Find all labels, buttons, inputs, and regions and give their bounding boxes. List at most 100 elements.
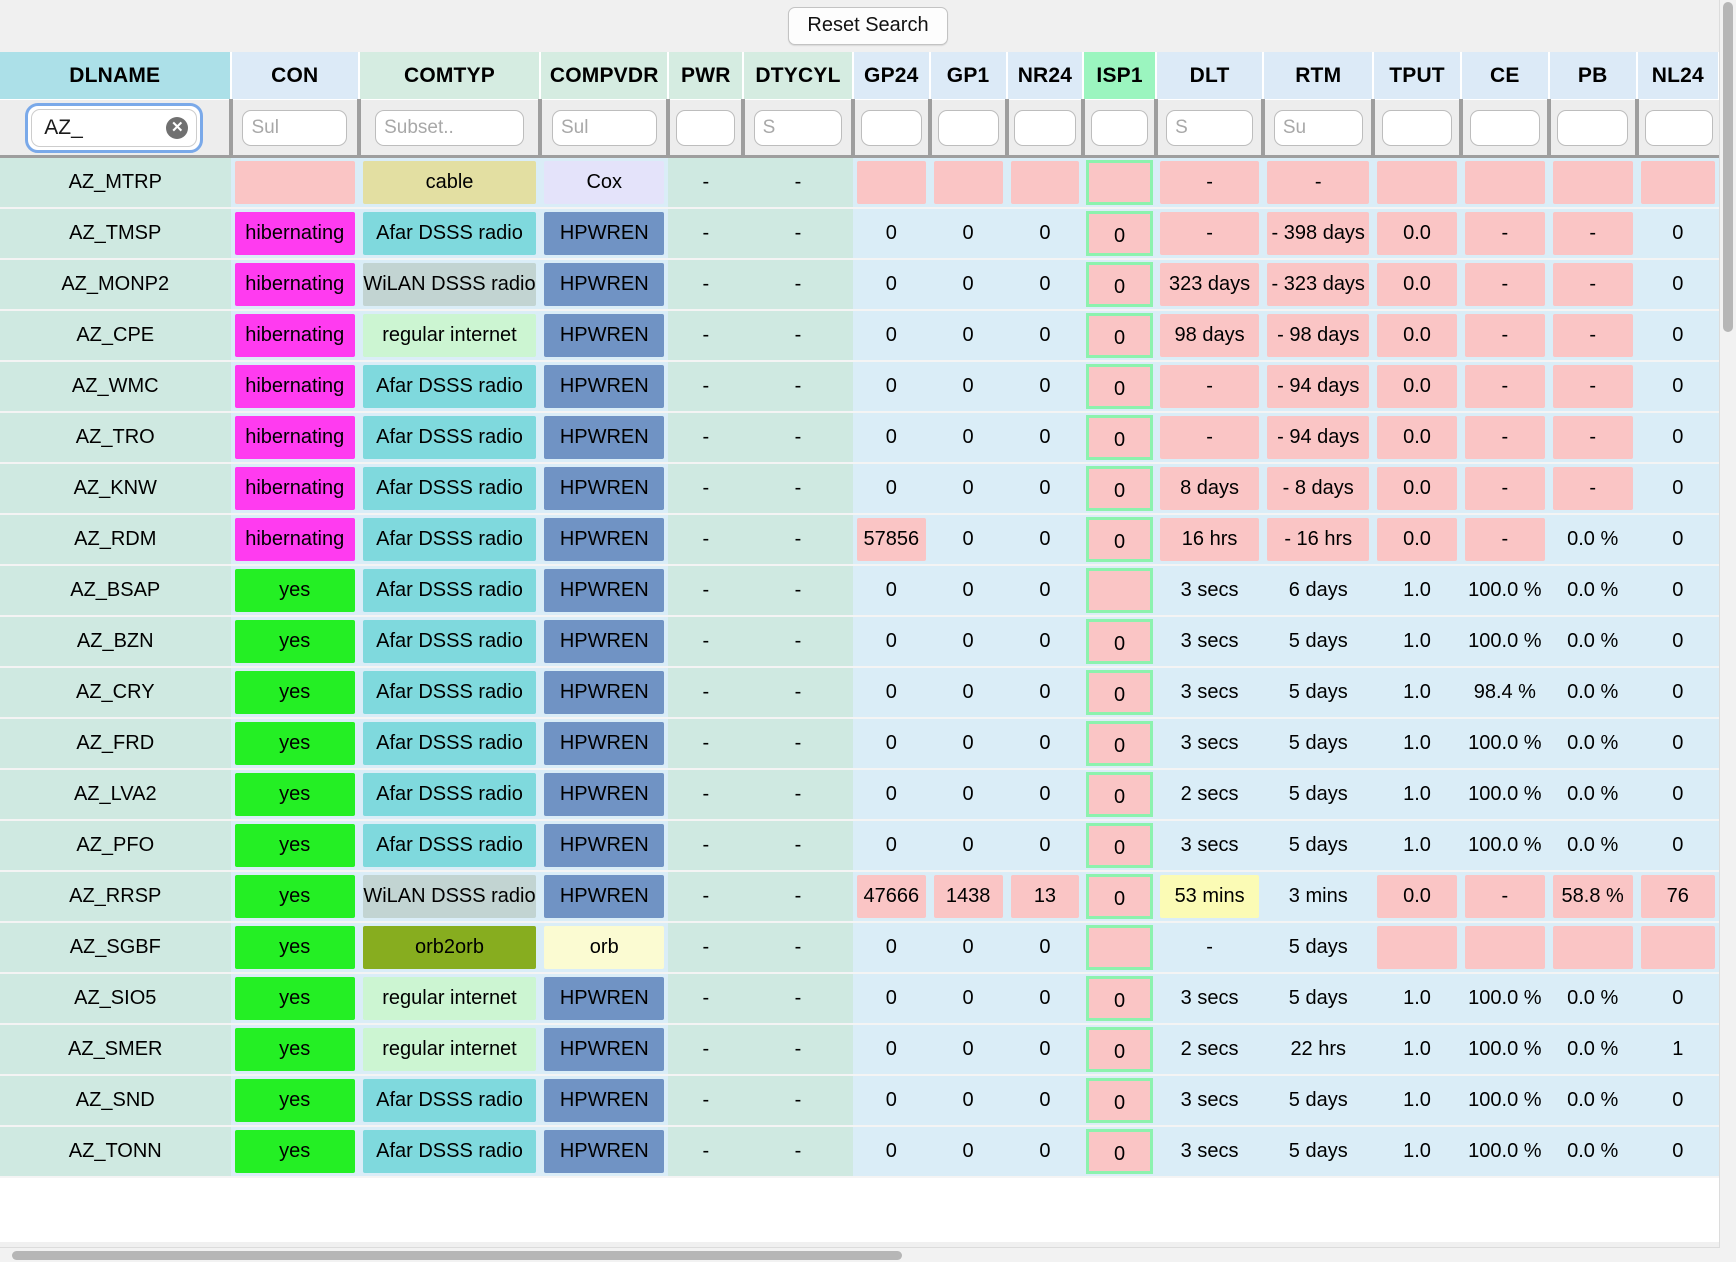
cell-dtycyl: - xyxy=(743,1075,853,1127)
cell-compvdr: orb xyxy=(540,922,669,974)
value-chip: 0.0 xyxy=(1377,263,1457,306)
table-row[interactable]: AZ_TMSP hibernating Afar DSSS radio HPWREN -… xyxy=(0,208,1719,260)
cell-dtycyl: - xyxy=(743,616,853,668)
cell-dlname: AZ_TRO xyxy=(0,412,231,464)
value-chip xyxy=(1464,926,1545,969)
horizontal-scrollbar-thumb[interactable] xyxy=(12,1251,902,1260)
value-chip: Afar DSSS radio xyxy=(362,824,537,867)
table-row[interactable]: AZ_CRY yes Afar DSSS radio HPWREN - -0 0 0 0 3 se… xyxy=(0,667,1719,719)
filter-input-gp1[interactable] xyxy=(937,109,999,146)
value-chip: Cox xyxy=(544,161,665,204)
data-table-scroll-container[interactable]: DLNAME CON COMTYP COMPVDR PWR DTYCYL GP24 GP1 NR… xyxy=(0,52,1720,1242)
clear-search-icon[interactable]: ✕ xyxy=(166,116,189,139)
filter-cell-con xyxy=(230,99,361,158)
table-row[interactable]: AZ_SIO5 yes regular internet HPWREN - -0 0 0 0 3 … xyxy=(0,973,1719,1025)
cell-dlname: AZ_LVA2 xyxy=(0,769,231,821)
cell-pwr: - xyxy=(668,310,744,362)
filter-input-dtycyl[interactable] xyxy=(753,109,843,146)
filter-input-con[interactable] xyxy=(242,109,347,146)
table-row[interactable]: AZ_PFO yes Afar DSSS radio HPWREN - -0 0 0 0 3 se… xyxy=(0,820,1719,872)
filter-input-nr24[interactable] xyxy=(1014,109,1076,146)
cell-con: yes xyxy=(230,973,359,1025)
column-header-isp1[interactable]: ISP1 xyxy=(1083,52,1157,100)
table-row[interactable]: AZ_SGBF yes orb2orb orb - -0 0 0-5 days xyxy=(0,922,1719,974)
column-header-dtycyl[interactable]: DTYCYL xyxy=(743,52,854,100)
table-row[interactable]: AZ_TONN yes Afar DSSS radio HPWREN - -0 0 0 0 3 s… xyxy=(0,1126,1719,1178)
value-chip: - xyxy=(1464,314,1545,357)
column-header-con[interactable]: CON xyxy=(230,52,360,100)
reset-search-button[interactable]: Reset Search xyxy=(788,7,948,45)
vertical-scrollbar[interactable] xyxy=(1719,0,1736,1252)
isp-value-chip: 0 xyxy=(1086,415,1153,460)
column-header-pb[interactable]: PB xyxy=(1548,52,1638,100)
cell-gp1: 0 xyxy=(929,463,1007,515)
cell-nl24: 0 xyxy=(1636,361,1719,413)
filter-input-dlt[interactable] xyxy=(1166,109,1254,146)
table-row[interactable]: AZ_TRO hibernating Afar DSSS radio HPWREN - -… xyxy=(0,412,1719,464)
cell-isp1: 0 xyxy=(1083,412,1156,464)
column-header-ce[interactable]: CE xyxy=(1460,52,1550,100)
filter-input-pwr[interactable] xyxy=(676,109,736,146)
cell-compvdr: HPWREN xyxy=(540,1024,669,1076)
table-row[interactable]: AZ_SMER yes regular internet HPWREN - -0 0 0 0 2 … xyxy=(0,1024,1719,1076)
table-row[interactable]: AZ_KNW hibernating Afar DSSS radio HPWREN - -… xyxy=(0,463,1719,515)
cell-ce: 100.0 % xyxy=(1460,1126,1549,1178)
cell-dlname: AZ_TMSP xyxy=(0,208,231,260)
value-chip: HPWREN xyxy=(544,671,665,714)
table-row[interactable]: AZ_FRD yes Afar DSSS radio HPWREN - -0 0 0 0 3 se… xyxy=(0,718,1719,770)
cell-con: hibernating xyxy=(230,208,359,260)
filter-input-isp1[interactable] xyxy=(1090,109,1149,146)
cell-dlname: AZ_TONN xyxy=(0,1126,231,1178)
isp-value-chip: 0 xyxy=(1086,364,1153,409)
column-header-rtm[interactable]: RTM xyxy=(1263,52,1375,100)
column-header-dlt[interactable]: DLT xyxy=(1155,52,1265,100)
filter-input-rtm[interactable] xyxy=(1273,109,1363,146)
cell-pwr: - xyxy=(668,514,744,566)
filter-cell-rtm xyxy=(1263,99,1376,158)
filter-input-gp24[interactable] xyxy=(860,109,922,146)
table-row[interactable]: AZ_MONP2 hibernating WiLAN DSSS radio HPWRE… xyxy=(0,259,1719,311)
column-header-gp1[interactable]: GP1 xyxy=(929,52,1008,100)
cell-nl24: 0 xyxy=(1636,208,1719,260)
filter-input-ce[interactable] xyxy=(1469,109,1541,146)
table-row[interactable]: AZ_MTRP cable Cox - - - - xyxy=(0,156,1719,209)
filter-input-pb[interactable] xyxy=(1557,109,1628,146)
table-row[interactable]: AZ_SND yes Afar DSSS radio HPWREN - -0 0 0 0 3 se… xyxy=(0,1075,1719,1127)
value-chip: 323 days xyxy=(1159,263,1260,306)
table-row[interactable]: AZ_BZN yes Afar DSSS radio HPWREN - -0 0 0 0 3 se… xyxy=(0,616,1719,668)
cell-pwr: - xyxy=(668,769,744,821)
filter-input-tput[interactable] xyxy=(1381,109,1453,146)
cell-compvdr: HPWREN xyxy=(540,208,669,260)
table-row[interactable]: AZ_RRSP yes WiLAN DSSS radio HPWREN - -47666 1… xyxy=(0,871,1719,923)
table-row[interactable]: AZ_BSAP yes Afar DSSS radio HPWREN - -0 0 0 3 se… xyxy=(0,565,1719,617)
column-header-compvdr[interactable]: COMPVDR xyxy=(540,52,670,100)
filter-input-nl24[interactable] xyxy=(1645,109,1713,146)
horizontal-scrollbar[interactable] xyxy=(0,1247,1720,1262)
table-row[interactable]: AZ_RDM hibernating Afar DSSS radio HPWREN - -… xyxy=(0,514,1719,566)
column-header-nr24[interactable]: NR24 xyxy=(1006,52,1085,100)
vertical-scrollbar-thumb[interactable] xyxy=(1723,2,1733,332)
table-row[interactable]: AZ_WMC hibernating Afar DSSS radio HPWREN - -… xyxy=(0,361,1719,413)
table-row[interactable]: AZ_LVA2 yes Afar DSSS radio HPWREN - -0 0 0 0 2 s… xyxy=(0,769,1719,821)
value-chip: - 98 days xyxy=(1267,314,1370,357)
table-row[interactable]: AZ_CPE hibernating regular internet HPWREN -… xyxy=(0,310,1719,362)
column-header-tput[interactable]: TPUT xyxy=(1373,52,1462,100)
column-header-gp24[interactable]: GP24 xyxy=(852,52,931,100)
column-header-comtyp[interactable]: COMTYP xyxy=(358,52,542,100)
column-header-dlname[interactable]: DLNAME xyxy=(0,52,232,100)
filter-input-compvdr[interactable] xyxy=(552,109,657,146)
dlname-search-box[interactable]: ✕ xyxy=(25,102,204,153)
value-chip: Afar DSSS radio xyxy=(362,569,537,612)
cell-dtycyl: - xyxy=(743,463,853,515)
filter-input-comtyp[interactable] xyxy=(375,109,524,146)
cell-nl24 xyxy=(1636,922,1719,974)
cell-pb: 0.0 % xyxy=(1548,565,1637,617)
cell-rtm: - 98 days xyxy=(1263,310,1374,362)
value-chip: HPWREN xyxy=(544,263,665,306)
value-chip: HPWREN xyxy=(544,773,665,816)
column-header-nl24[interactable]: NL24 xyxy=(1636,52,1720,100)
filter-cell-gp24 xyxy=(852,99,932,158)
column-header-pwr[interactable]: PWR xyxy=(668,52,745,100)
value-chip: 0.0 xyxy=(1377,212,1457,255)
value-chip: Afar DSSS radio xyxy=(362,365,537,408)
